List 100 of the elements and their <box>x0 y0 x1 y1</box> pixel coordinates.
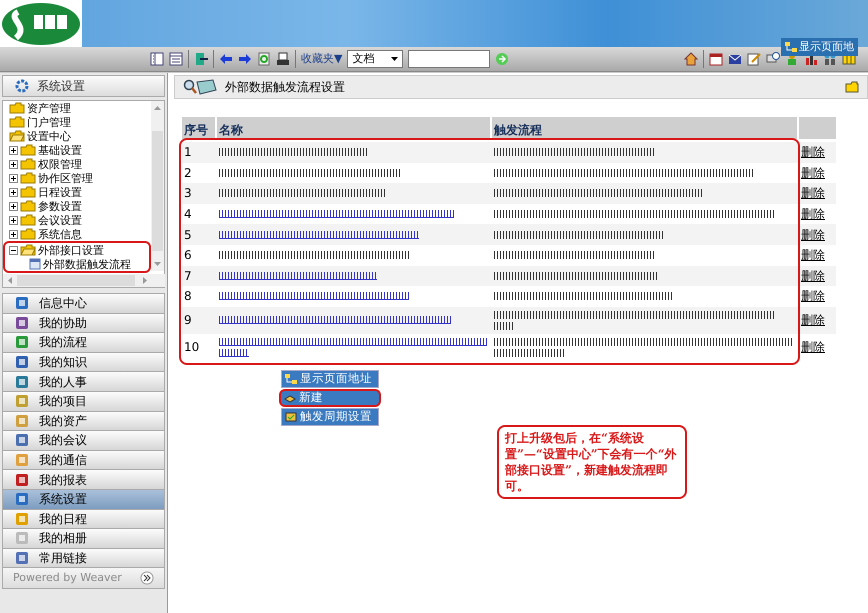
tree-item[interactable]: 资产管理 <box>27 102 71 114</box>
expand-icon[interactable] <box>9 146 18 154</box>
print-icon[interactable] <box>276 52 290 66</box>
tree-item[interactable]: 日程设置 <box>38 186 82 198</box>
delete-link[interactable]: 删除 <box>799 246 836 264</box>
redacted-link[interactable] <box>219 272 377 280</box>
row-number: 5 <box>183 226 193 244</box>
delete-link[interactable]: 删除 <box>799 287 836 306</box>
delete-link[interactable]: 删除 <box>799 143 836 162</box>
expand-icon[interactable] <box>9 188 18 196</box>
home-icon[interactable] <box>684 52 698 66</box>
column-header: 名称 <box>217 117 492 139</box>
caret-icon <box>391 57 398 61</box>
toolbar-button[interactable]: 显示页面地址 <box>281 370 379 388</box>
menu-item[interactable]: 我的流程 <box>2 332 165 353</box>
folder-icon <box>20 200 36 212</box>
vertical-scrollbar[interactable] <box>151 101 164 271</box>
menu-icon <box>15 374 29 389</box>
menu-item[interactable]: 我的相册 <box>2 528 165 549</box>
mail-icon[interactable] <box>728 52 742 66</box>
redacted-link[interactable] <box>219 338 487 346</box>
refresh-icon[interactable] <box>257 52 271 66</box>
menu-item[interactable]: 我的通信 <box>2 450 165 470</box>
open-folder-icon <box>20 244 36 256</box>
redacted-link[interactable] <box>219 292 409 300</box>
tree-item[interactable]: 权限管理 <box>38 158 82 170</box>
redacted-link[interactable] <box>219 348 249 357</box>
menu-item[interactable]: 我的报表 <box>2 469 165 490</box>
folder-icon <box>20 172 36 184</box>
folder-icon <box>9 116 25 128</box>
expand-icon[interactable] <box>9 160 18 168</box>
menu-icon <box>15 492 29 506</box>
row-number: 3 <box>183 185 193 202</box>
menu-item[interactable]: 系统设置 <box>2 488 165 510</box>
back-arrow-icon[interactable] <box>219 52 233 66</box>
menu-item[interactable]: 我的资产 <box>2 410 165 432</box>
redacted-link[interactable] <box>219 230 419 239</box>
menu-item[interactable]: 我的知识 <box>2 352 165 372</box>
toolbar-button[interactable]: 新建 <box>279 388 381 407</box>
tree-item[interactable]: 会议设置 <box>38 214 82 226</box>
page-address-button[interactable]: 显示页面地 <box>781 38 858 56</box>
menu-item[interactable]: 信息中心 <box>2 293 165 314</box>
tree-item[interactable]: 参数设置 <box>38 200 82 212</box>
columns-icon[interactable] <box>150 52 164 66</box>
menu-item[interactable]: 我的会议 <box>2 430 165 451</box>
delete-link[interactable]: 删除 <box>799 311 836 330</box>
page-icon <box>29 258 41 270</box>
forward-arrow-icon[interactable] <box>238 52 252 66</box>
delete-link[interactable]: 删除 <box>799 164 836 182</box>
favorites-menu[interactable]: 收藏夹▼ <box>301 50 342 68</box>
magnifier-scroll-icon <box>183 78 217 96</box>
folder-icon <box>20 228 36 240</box>
folder-icon <box>9 102 25 114</box>
exit-icon[interactable] <box>194 52 208 66</box>
menu-icon <box>15 316 29 330</box>
menu-icon <box>15 394 29 408</box>
search-field[interactable] <box>408 50 490 68</box>
menu-icon <box>15 355 29 370</box>
document-dropdown[interactable]: 文档 <box>347 50 404 68</box>
tree-item[interactable]: 外部接口设置 <box>38 244 104 256</box>
menu-icon <box>15 335 29 350</box>
delete-link[interactable]: 删除 <box>799 205 836 224</box>
menu-item[interactable]: 我的项目 <box>2 390 165 412</box>
row-number: 9 <box>183 312 193 330</box>
edit-icon[interactable] <box>747 52 761 66</box>
menu-item[interactable]: 常用链接 <box>2 548 165 568</box>
delete-link[interactable]: 删除 <box>799 226 836 244</box>
menu-item[interactable]: 我的人事 <box>2 371 165 392</box>
column-header: 触发流程 <box>492 117 799 139</box>
collapse-icon[interactable] <box>9 246 18 254</box>
toolbar-button[interactable]: 触发周期设置 <box>281 408 379 426</box>
tree-item[interactable]: 设置中心 <box>27 130 71 142</box>
horizontal-scrollbar[interactable] <box>3 274 165 287</box>
tree-item[interactable]: 外部数据触发流程 <box>43 258 131 270</box>
tree-item[interactable]: 系统信息 <box>38 228 82 240</box>
expand-icon[interactable] <box>9 202 18 210</box>
row-number: 7 <box>183 268 193 285</box>
menu-item[interactable]: 我的日程 <box>2 508 165 530</box>
redacted-link[interactable] <box>219 316 451 324</box>
folder-icon <box>20 214 36 226</box>
menu-item[interactable]: 我的协助 <box>2 312 165 334</box>
tree-item[interactable]: 门户管理 <box>27 116 71 128</box>
redacted-link[interactable] <box>219 210 454 218</box>
gear-icon <box>15 79 29 93</box>
row-number: 10 <box>183 339 200 356</box>
row-number: 8 <box>183 288 193 306</box>
delete-link[interactable]: 删除 <box>799 266 836 285</box>
row-number: 1 <box>183 144 193 162</box>
tree-item[interactable]: 协作区管理 <box>38 172 93 184</box>
expand-icon[interactable] <box>9 216 18 224</box>
window-icon[interactable] <box>169 52 183 66</box>
delete-link[interactable]: 删除 <box>799 184 836 202</box>
calendar-icon[interactable] <box>709 52 723 66</box>
folder-icon[interactable] <box>845 81 859 93</box>
expand-icon[interactable] <box>9 230 18 238</box>
expand-panel-icon[interactable] <box>140 571 154 586</box>
tree-item[interactable]: 基础设置 <box>38 144 82 156</box>
menu-icon <box>15 531 29 546</box>
delete-link[interactable]: 删除 <box>799 338 836 356</box>
expand-icon[interactable] <box>9 174 18 182</box>
